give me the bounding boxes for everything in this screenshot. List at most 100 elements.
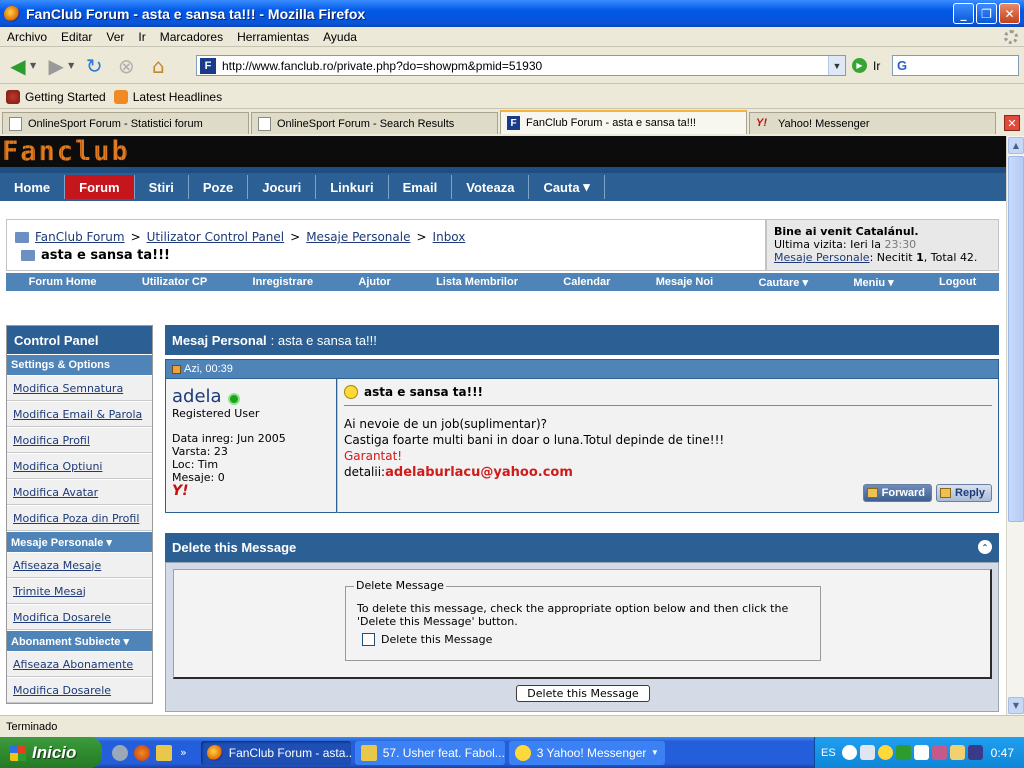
sidebar-link-modifica-avatar[interactable]: Modifica Avatar — [13, 486, 98, 499]
bookmark-latest-headlines[interactable]: Latest Headlines — [113, 89, 222, 104]
sidebar-item: Modifica Avatar — [7, 479, 152, 505]
quick-launch-firefox-icon[interactable] — [134, 744, 150, 761]
stop-icon[interactable]: ⊗ — [112, 52, 140, 80]
url-bar[interactable]: F http://www.fanclub.ro/private.php?do=s… — [196, 55, 846, 76]
subnav-forum-home[interactable]: Forum Home — [29, 276, 97, 288]
subnav-mesaje-noi[interactable]: Mesaje Noi — [656, 276, 713, 288]
taskbar-button-firefox[interactable]: FanClub Forum - asta... — [200, 740, 351, 765]
tray-network-icon[interactable] — [895, 745, 911, 760]
tray-expand-icon[interactable] — [841, 745, 857, 760]
close-tab-icon[interactable]: ✕ — [1004, 115, 1020, 131]
subnav-cautare[interactable]: Cautare ▾ — [758, 276, 808, 289]
tab-fanclub-forum[interactable]: F FanClub Forum - asta e sansa ta!!! — [500, 110, 747, 134]
site-nav-email[interactable]: Email — [389, 175, 453, 199]
quick-launch-desktop-icon[interactable] — [112, 744, 128, 761]
sidebar-link-afiseaza-mesaje[interactable]: Afiseaza Mesaje — [13, 559, 101, 572]
tab-onlinesport-stats[interactable]: OnlineSport Forum - Statistici forum — [2, 112, 249, 134]
minimize-button[interactable]: _ — [953, 3, 974, 24]
subnav-lista-membrilor[interactable]: Lista Membrilor — [436, 276, 518, 288]
tray-people-icon[interactable] — [931, 745, 947, 760]
collapse-icon[interactable]: ⌃ — [978, 540, 992, 554]
menu-marcadores[interactable]: Marcadores — [153, 30, 230, 44]
start-button[interactable]: Inicio — [0, 737, 102, 768]
breadcrumb-control-panel[interactable]: Utilizator Control Panel — [147, 230, 285, 244]
taskbar-button-yahoo[interactable]: 3 Yahoo! Messenger ▼ — [508, 740, 665, 765]
forward-arrow-icon[interactable]: ▶ — [42, 52, 70, 80]
scroll-up-icon[interactable]: ▲ — [1008, 137, 1024, 154]
sidebar-section-abonament[interactable]: Abonament Subiecte ▾ — [7, 630, 152, 651]
back-history-dropdown-icon[interactable]: ▼ — [30, 61, 36, 70]
site-nav-poze[interactable]: Poze — [189, 175, 249, 199]
taskbar-button-label: FanClub Forum - asta... — [228, 745, 351, 760]
back-arrow-icon[interactable]: ◀ — [4, 52, 32, 80]
pm-link[interactable]: Mesaje Personale — [774, 251, 870, 264]
reload-icon[interactable]: ↻ — [80, 52, 108, 80]
tray-messenger-icon[interactable] — [877, 745, 893, 760]
go-button[interactable]: ▶ Ir — [852, 58, 880, 73]
reply-button[interactable]: Reply — [936, 484, 992, 502]
delete-message-button[interactable]: Delete this Message — [516, 685, 650, 702]
sidebar-link-modifica-poza[interactable]: Modifica Poza din Profil — [13, 512, 139, 525]
tab-onlinesport-search[interactable]: OnlineSport Forum - Search Results — [251, 112, 498, 134]
tray-app-icon[interactable] — [949, 745, 965, 760]
site-nav-voteaza[interactable]: Voteaza — [452, 175, 530, 199]
yahoo-messenger-icon[interactable]: Y! — [172, 484, 330, 498]
fanclub-logo[interactable]: Fanclub — [2, 138, 130, 165]
sidebar-link-modifica-optiuni[interactable]: Modifica Optiuni — [13, 460, 102, 473]
quick-launch-player-icon[interactable] — [156, 744, 172, 761]
sidebar-link-trimite-mesaj[interactable]: Trimite Mesaj — [13, 585, 86, 598]
sidebar-link-modifica-semnatura[interactable]: Modifica Semnatura — [13, 382, 123, 395]
site-nav-linkuri[interactable]: Linkuri — [316, 175, 389, 199]
scroll-down-icon[interactable]: ▼ — [1008, 697, 1024, 714]
sidebar-link-modifica-profil[interactable]: Modifica Profil — [13, 434, 90, 447]
close-button[interactable]: ✕ — [999, 3, 1020, 24]
subnav-logout[interactable]: Logout — [939, 276, 976, 288]
tab-yahoo-messenger[interactable]: Y! Yahoo! Messenger — [749, 112, 996, 134]
delete-checkbox-row[interactable]: Delete this Message — [362, 633, 492, 646]
sidebar-section-mesaje[interactable]: Mesaje Personale ▾ — [7, 531, 152, 552]
subnav-meniu[interactable]: Meniu ▾ — [853, 276, 893, 289]
quick-launch-more-icon[interactable]: » — [180, 746, 187, 759]
menu-ayuda[interactable]: Ayuda — [316, 30, 364, 44]
url-text[interactable]: http://www.fanclub.ro/private.php?do=sho… — [222, 59, 542, 73]
sidebar-link-modifica-dosarele[interactable]: Modifica Dosarele — [13, 611, 111, 624]
menu-herramientas[interactable]: Herramientas — [230, 30, 316, 44]
breadcrumb-mesaje-personale[interactable]: Mesaje Personale — [306, 230, 410, 244]
breadcrumb-fanclub-forum[interactable]: FanClub Forum — [35, 230, 125, 244]
forward-history-dropdown-icon[interactable]: ▼ — [68, 61, 74, 70]
forward-button[interactable]: Forward — [862, 484, 933, 502]
menu-ver[interactable]: Ver — [99, 30, 131, 44]
url-dropdown-icon[interactable]: ▼ — [828, 56, 845, 75]
tray-panda-icon[interactable] — [913, 745, 929, 760]
sidebar-link-modifica-dosarele-abon[interactable]: Modifica Dosarele — [13, 684, 111, 697]
subnav-utilizator-cp[interactable]: Utilizator CP — [142, 276, 207, 288]
site-nav-stiri[interactable]: Stiri — [135, 175, 189, 199]
menu-archivo[interactable]: Archivo — [0, 30, 54, 44]
tray-mail-icon[interactable] — [859, 745, 875, 760]
vertical-scrollbar[interactable]: ▲ ▼ — [1006, 136, 1024, 715]
menu-ir[interactable]: Ir — [131, 30, 152, 44]
subnav-calendar[interactable]: Calendar — [563, 276, 610, 288]
language-indicator[interactable]: ES — [821, 747, 836, 759]
taskbar-button-media[interactable]: 57. Usher feat. Fabol... — [354, 740, 505, 765]
sidebar-link-afiseaza-abonamente[interactable]: Afiseaza Abonamente — [13, 658, 133, 671]
site-nav-home[interactable]: Home — [0, 175, 66, 199]
home-icon[interactable]: ⌂ — [144, 52, 172, 80]
tray-security-icon[interactable] — [967, 745, 983, 760]
delete-checkbox[interactable] — [362, 633, 375, 646]
site-nav-jocuri[interactable]: Jocuri — [248, 175, 317, 199]
breadcrumb-inbox[interactable]: Inbox — [433, 230, 466, 244]
sidebar-section-settings[interactable]: Settings & Options — [7, 354, 152, 375]
bookmark-getting-started[interactable]: Getting Started — [6, 89, 106, 104]
sidebar-link-modifica-email[interactable]: Modifica Email & Parola — [13, 408, 142, 421]
site-nav-cauta[interactable]: Cauta ▾ — [529, 175, 605, 199]
menu-editar[interactable]: Editar — [54, 30, 99, 44]
search-input[interactable]: G — [892, 55, 1019, 76]
subnav-ajutor[interactable]: Ajutor — [358, 276, 390, 288]
sender-username[interactable]: adela — [172, 387, 222, 407]
sender-join-date: Data inreg: Jun 2005 — [172, 432, 286, 445]
restore-button[interactable]: ❐ — [976, 3, 997, 24]
site-nav-forum[interactable]: Forum — [65, 175, 135, 199]
scrollbar-thumb[interactable] — [1008, 156, 1024, 522]
subnav-inregistrare[interactable]: Inregistrare — [253, 276, 314, 288]
